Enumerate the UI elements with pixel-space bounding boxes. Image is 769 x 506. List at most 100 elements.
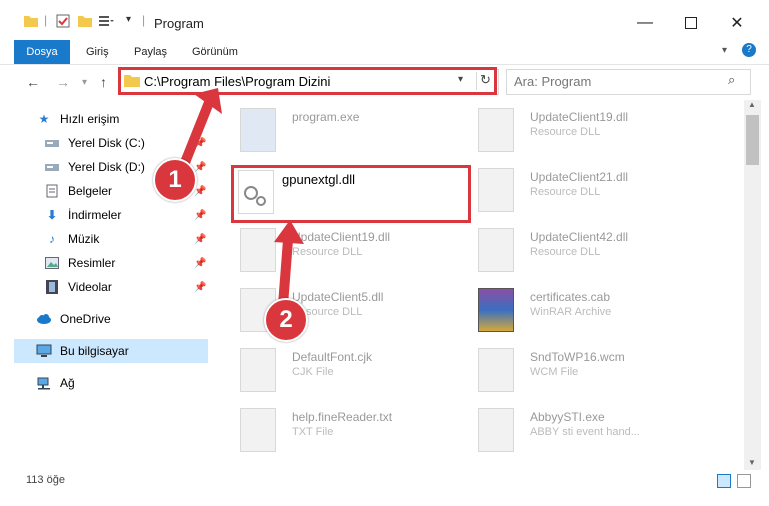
minimize-icon: — <box>637 14 653 31</box>
annotation-arrows <box>173 88 304 319</box>
file-item[interactable]: help.fineReader.txt TXT File <box>236 404 466 460</box>
sidebar-item-label: İndirmeler <box>68 208 122 222</box>
ribbon-expand-icon[interactable]: ▾ <box>722 45 727 56</box>
sidebar-item-label: Yerel Disk (D:) <box>68 160 145 174</box>
up-arrow-icon[interactable]: ↑ <box>100 74 107 90</box>
file-type: Resource DLL <box>530 246 601 258</box>
file-item[interactable]: UpdateClient21.dll Resource DLL <box>474 164 704 220</box>
videos-icon <box>44 279 60 295</box>
sidebar-item-music[interactable]: ♪ Müzik <box>44 227 99 251</box>
file-type: TXT File <box>292 426 334 438</box>
computer-icon <box>36 343 52 359</box>
download-icon: ⬇ <box>46 208 58 222</box>
customize-toolbar-icon[interactable]: ▾ <box>126 14 131 25</box>
file-item[interactable]: AbbyySTI.exe ABBY sti event hand... <box>474 404 704 460</box>
dll-file-icon <box>478 228 514 272</box>
sidebar-item-label: Bu bilgisayar <box>60 344 129 358</box>
file-type: Resource DLL <box>530 126 601 138</box>
step-badge-1: 1 <box>153 158 197 202</box>
file-type: WCM File <box>530 366 579 378</box>
file-type: CJK File <box>292 366 334 378</box>
sidebar-item-label: Videolar <box>68 280 112 294</box>
drive-icon <box>44 159 60 175</box>
file-name: SndToWP16.wcm <box>530 350 625 364</box>
file-item[interactable]: SndToWP16.wcm WCM File <box>474 344 704 400</box>
scroll-up-icon[interactable]: ▲ <box>748 100 756 109</box>
generic-file-icon <box>478 408 514 452</box>
tab-file[interactable]: Dosya <box>14 40 70 64</box>
sidebar-item-label: OneDrive <box>60 312 111 326</box>
tab-share[interactable]: Paylaş <box>122 40 179 64</box>
file-type: WinRAR Archive <box>530 306 612 318</box>
file-name: UpdateClient19.dll <box>530 110 629 124</box>
sidebar-item-label: Belgeler <box>68 184 113 198</box>
file-name: UpdateClient21.dll <box>530 170 629 184</box>
sidebar-item-label: Müzik <box>68 232 100 246</box>
generic-file-icon <box>240 348 276 392</box>
sidebar-item-downloads[interactable]: ⬇ İndirmeler <box>44 203 121 227</box>
details-view-icon[interactable] <box>717 474 731 488</box>
separator-icon: | <box>142 13 146 27</box>
sidebar-item-label: Ağ <box>60 376 75 390</box>
window-title: Program <box>154 16 204 31</box>
network-icon <box>36 375 52 391</box>
sidebar-item-documents[interactable]: Belgeler <box>44 179 112 203</box>
file-item[interactable]: certificates.cab WinRAR Archive <box>474 284 704 340</box>
file-name: help.fineReader.txt <box>292 410 393 424</box>
star-icon: ★ <box>38 112 50 126</box>
file-name: AbbyySTI.exe <box>530 410 605 424</box>
pictures-icon <box>44 255 60 271</box>
sidebar-item-network[interactable]: Ağ <box>36 371 75 395</box>
new-folder-icon[interactable] <box>78 14 92 28</box>
scroll-down-icon[interactable]: ▼ <box>748 458 756 467</box>
file-name: DefaultFont.cjk <box>292 350 373 364</box>
file-item[interactable]: DefaultFont.cjk CJK File <box>236 344 466 400</box>
sidebar-item-disk-d[interactable]: Yerel Disk (D:) <box>44 155 145 179</box>
recent-locations-icon[interactable]: ▾ <box>82 77 87 88</box>
scrollbar-thumb[interactable] <box>746 115 759 165</box>
documents-icon <box>44 183 60 199</box>
file-name: certificates.cab <box>530 290 611 304</box>
maximize-button[interactable] <box>668 8 714 38</box>
properties-icon[interactable] <box>56 14 70 28</box>
sidebar-item-disk-c[interactable]: Yerel Disk (C:) <box>44 131 145 155</box>
file-name: UpdateClient42.dll <box>530 230 629 244</box>
cloud-icon <box>36 311 52 327</box>
view-options-icon[interactable] <box>98 14 114 28</box>
minimize-button[interactable]: — <box>622 8 668 38</box>
text-file-icon <box>240 408 276 452</box>
file-item[interactable]: UpdateClient42.dll Resource DLL <box>474 224 704 280</box>
tab-home[interactable]: Giriş <box>74 40 121 64</box>
sidebar-item-this-pc[interactable]: Bu bilgisayar <box>36 339 129 363</box>
sidebar-item-videos[interactable]: Videolar <box>44 275 112 299</box>
tab-view[interactable]: Görünüm <box>180 40 250 64</box>
title-bar: | ▾ | Program — ✕ <box>0 0 769 40</box>
ribbon: Dosya Giriş Paylaş Görünüm ▾ ? <box>0 40 769 65</box>
close-button[interactable]: ✕ <box>714 8 760 38</box>
forward-arrow-icon[interactable]: → <box>56 74 70 90</box>
search-input[interactable]: Ara: Program <box>514 74 591 89</box>
sidebar-item-label: Resimler <box>68 256 116 270</box>
separator-icon: | <box>44 13 48 27</box>
generic-file-icon <box>478 348 514 392</box>
item-count: 113 öğe <box>26 474 65 486</box>
sidebar-item-onedrive[interactable]: OneDrive <box>36 307 111 331</box>
file-type: Resource DLL <box>530 186 601 198</box>
sidebar-item-pictures[interactable]: Resimler <box>44 251 115 275</box>
back-arrow-icon[interactable]: ← <box>26 74 40 90</box>
large-icons-view-icon[interactable] <box>737 474 751 488</box>
drive-icon <box>44 135 60 151</box>
arrow-2-head <box>274 220 304 244</box>
music-icon: ♪ <box>49 232 55 246</box>
help-icon[interactable]: ? <box>742 43 756 57</box>
search-icon[interactable]: ⌕ <box>728 72 735 88</box>
maximize-icon <box>685 17 697 29</box>
step-badge-2: 2 <box>264 298 308 342</box>
folder-icon <box>24 14 38 28</box>
archive-file-icon <box>478 288 514 332</box>
sidebar-item-label: Hızlı erişim <box>60 112 120 126</box>
dll-file-icon <box>478 108 514 152</box>
sidebar-item-label: Yerel Disk (C:) <box>68 136 145 150</box>
sidebar-item-quick-access[interactable]: ★ Hızlı erişim <box>36 107 120 131</box>
file-item[interactable]: UpdateClient19.dll Resource DLL <box>474 104 704 160</box>
